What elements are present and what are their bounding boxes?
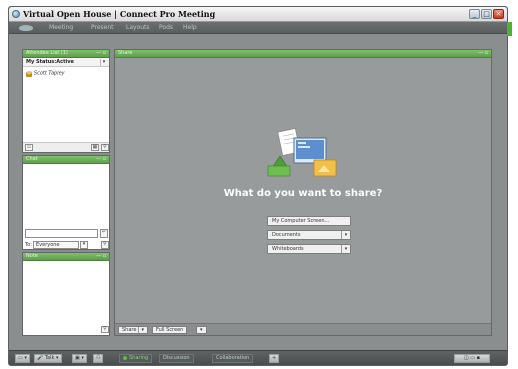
talk-button[interactable]: 🎤 Talk ▾: [34, 354, 62, 363]
options-dropdown-button[interactable]: ▾: [196, 326, 207, 334]
full-screen-label: Full Screen: [156, 327, 184, 333]
chat-input[interactable]: [25, 229, 98, 238]
share-documents-button[interactable]: Documents ▾: [267, 230, 351, 240]
full-screen-button[interactable]: Full Screen: [152, 326, 188, 334]
pod-title: Share: [118, 50, 133, 56]
globe-icon: [12, 10, 20, 18]
maximize-button[interactable]: □: [481, 9, 492, 19]
options-icon[interactable]: ▫: [25, 144, 33, 151]
camera-icon[interactable]: ▣ ▾: [72, 354, 87, 363]
meeting-window: Virtual Open House | Connect Pro Meeting…: [8, 6, 512, 366]
share-whiteboards-button[interactable]: Whiteboards ▾: [267, 244, 351, 254]
connect-logo-icon: [19, 25, 33, 31]
computer-icon[interactable]: ▭ ▾: [15, 354, 30, 363]
recipient-select[interactable]: Everyone: [33, 241, 79, 249]
pod-footer: ▫ ▦ ⚲: [23, 142, 109, 152]
pod-controls[interactable]: — ▫: [96, 156, 106, 162]
chevron-down-icon: ▾: [138, 327, 144, 333]
menu-pods[interactable]: Pods: [159, 24, 173, 31]
note-pod: Note — ▫ ⚲: [22, 252, 110, 336]
menu-layouts[interactable]: Layouts: [126, 24, 150, 31]
layout-label: Sharing: [129, 355, 149, 361]
menu-help[interactable]: Help: [183, 24, 197, 31]
people-icon[interactable]: ⚇: [93, 354, 104, 363]
layout-label: Discussion: [163, 355, 190, 361]
layout-tab-sharing[interactable]: Sharing: [119, 354, 153, 363]
pod-header: Share — ▫: [115, 50, 491, 58]
pod-header: Attendee List (1) — ▫: [23, 50, 109, 58]
status-dropdown-icon[interactable]: ▾: [100, 59, 107, 66]
minimize-button[interactable]: _: [469, 9, 480, 19]
share-prompt: What do you want to share?: [223, 188, 383, 199]
grid-icon[interactable]: ▦: [91, 144, 99, 151]
list-item[interactable]: Scott Tapley: [26, 70, 65, 77]
layout-tab-collaboration[interactable]: Collaboration: [212, 354, 254, 363]
status-menu[interactable]: My Status:Active ▾: [23, 58, 109, 67]
pod-controls[interactable]: — ▫: [96, 253, 106, 259]
active-dot-icon: [123, 355, 127, 360]
share-menu-button[interactable]: Share ▾: [118, 326, 148, 334]
menu-bar: Meeting Present Layouts Pods Help: [9, 22, 507, 34]
attendee-list-pod: Attendee List (1) — ▫ My Status:Active ▾…: [22, 49, 110, 153]
share-footer: Share ▾ Full Screen ▾: [115, 323, 491, 335]
pod-title: Attendee List (1): [26, 50, 68, 56]
search-icon[interactable]: ⚲: [101, 241, 109, 249]
close-button[interactable]: ✕: [493, 9, 504, 19]
send-icon[interactable]: ↵: [100, 229, 108, 238]
pod-title: Chat: [26, 156, 38, 162]
side-tab: [507, 22, 512, 36]
view-controls-icon[interactable]: ◫ ▭ ▪: [454, 354, 490, 363]
status-label: My Status:Active: [26, 59, 74, 65]
chevron-down-icon: ▾: [341, 245, 350, 253]
layout-tab-discussion[interactable]: Discussion: [159, 354, 194, 363]
chat-pod: Chat — ▫ ↵ To: Everyone ▾ ⚲: [22, 155, 110, 250]
window-title: Virtual Open House | Connect Pro Meeting: [23, 9, 216, 19]
share-documents-label: Documents: [272, 232, 301, 238]
talk-label: Talk: [44, 355, 55, 361]
menu-present[interactable]: Present: [91, 24, 114, 31]
host-icon: [26, 70, 32, 77]
pod-title: Note: [26, 253, 38, 259]
pod-header: Chat — ▫: [23, 156, 109, 164]
add-layout-button[interactable]: +: [269, 354, 280, 363]
share-whiteboards-label: Whiteboards: [272, 246, 304, 252]
pod-controls[interactable]: — ▫: [478, 50, 488, 56]
search-icon[interactable]: ⚲: [101, 144, 109, 151]
to-label: To:: [25, 242, 32, 248]
chevron-down-icon[interactable]: ▾: [80, 241, 88, 249]
pod-header: Note — ▫: [23, 253, 109, 261]
title-bar: Virtual Open House | Connect Pro Meeting…: [9, 7, 507, 22]
menu-meeting[interactable]: Meeting: [49, 24, 73, 31]
pod-controls[interactable]: — ▫: [96, 50, 106, 56]
share-my-screen-button[interactable]: My Computer Screen...: [267, 216, 351, 226]
share-illustration-icon: [267, 128, 337, 177]
share-my-screen-label: My Computer Screen...: [272, 218, 330, 224]
layout-label: Collaboration: [216, 355, 250, 361]
share-menu-label: Share: [122, 327, 137, 333]
chevron-down-icon: ▾: [341, 231, 350, 239]
bottom-bar: ▭ ▾ 🎤 Talk ▾ ▣ ▾ ⚇ Sharing Discussion Co…: [9, 350, 507, 365]
attendee-name: Scott Tapley: [33, 70, 65, 77]
search-icon[interactable]: ⚲: [101, 326, 109, 333]
share-pod: Share — ▫ What do you want to share? My …: [114, 49, 492, 336]
